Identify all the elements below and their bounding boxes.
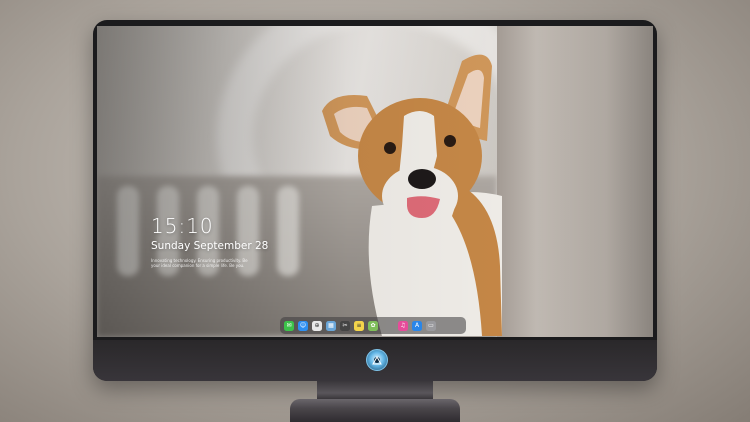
safari-icon[interactable]: ⊕ [312,320,322,331]
appstore-icon[interactable]: A [412,320,422,331]
finder-icon[interactable]: ☺ [298,320,308,331]
lock-screen[interactable]: 15:10 Sunday September 28 Innovating tec… [97,26,653,337]
photos-icon[interactable]: ✿ [368,320,378,331]
messages-icon[interactable]: ✉ [284,320,294,331]
movie-icon[interactable]: ✂ [340,320,350,331]
lock-tagline-line: your ideal companion for a simple life. … [151,263,245,268]
lock-clock: 15:10 [151,214,214,238]
lock-tagline: Innovating technology. Ensuring producti… [151,258,281,268]
monitor-stand-neck [317,381,433,401]
music-icon[interactable]: ♫ [398,320,408,331]
dock: ✉ ☺ ⊕ ▦ ✂ ≡ ✿ ♫ A ▭ [280,317,466,334]
monitor-stand-base [290,399,460,422]
brand-logo-icon [366,349,388,371]
preview-icon[interactable]: ▦ [326,320,336,331]
wallpaper-vignette [97,26,653,337]
trash-icon[interactable]: ▭ [426,320,436,331]
lock-date: Sunday September 28 [151,240,269,252]
notes-icon[interactable]: ≡ [354,320,364,331]
